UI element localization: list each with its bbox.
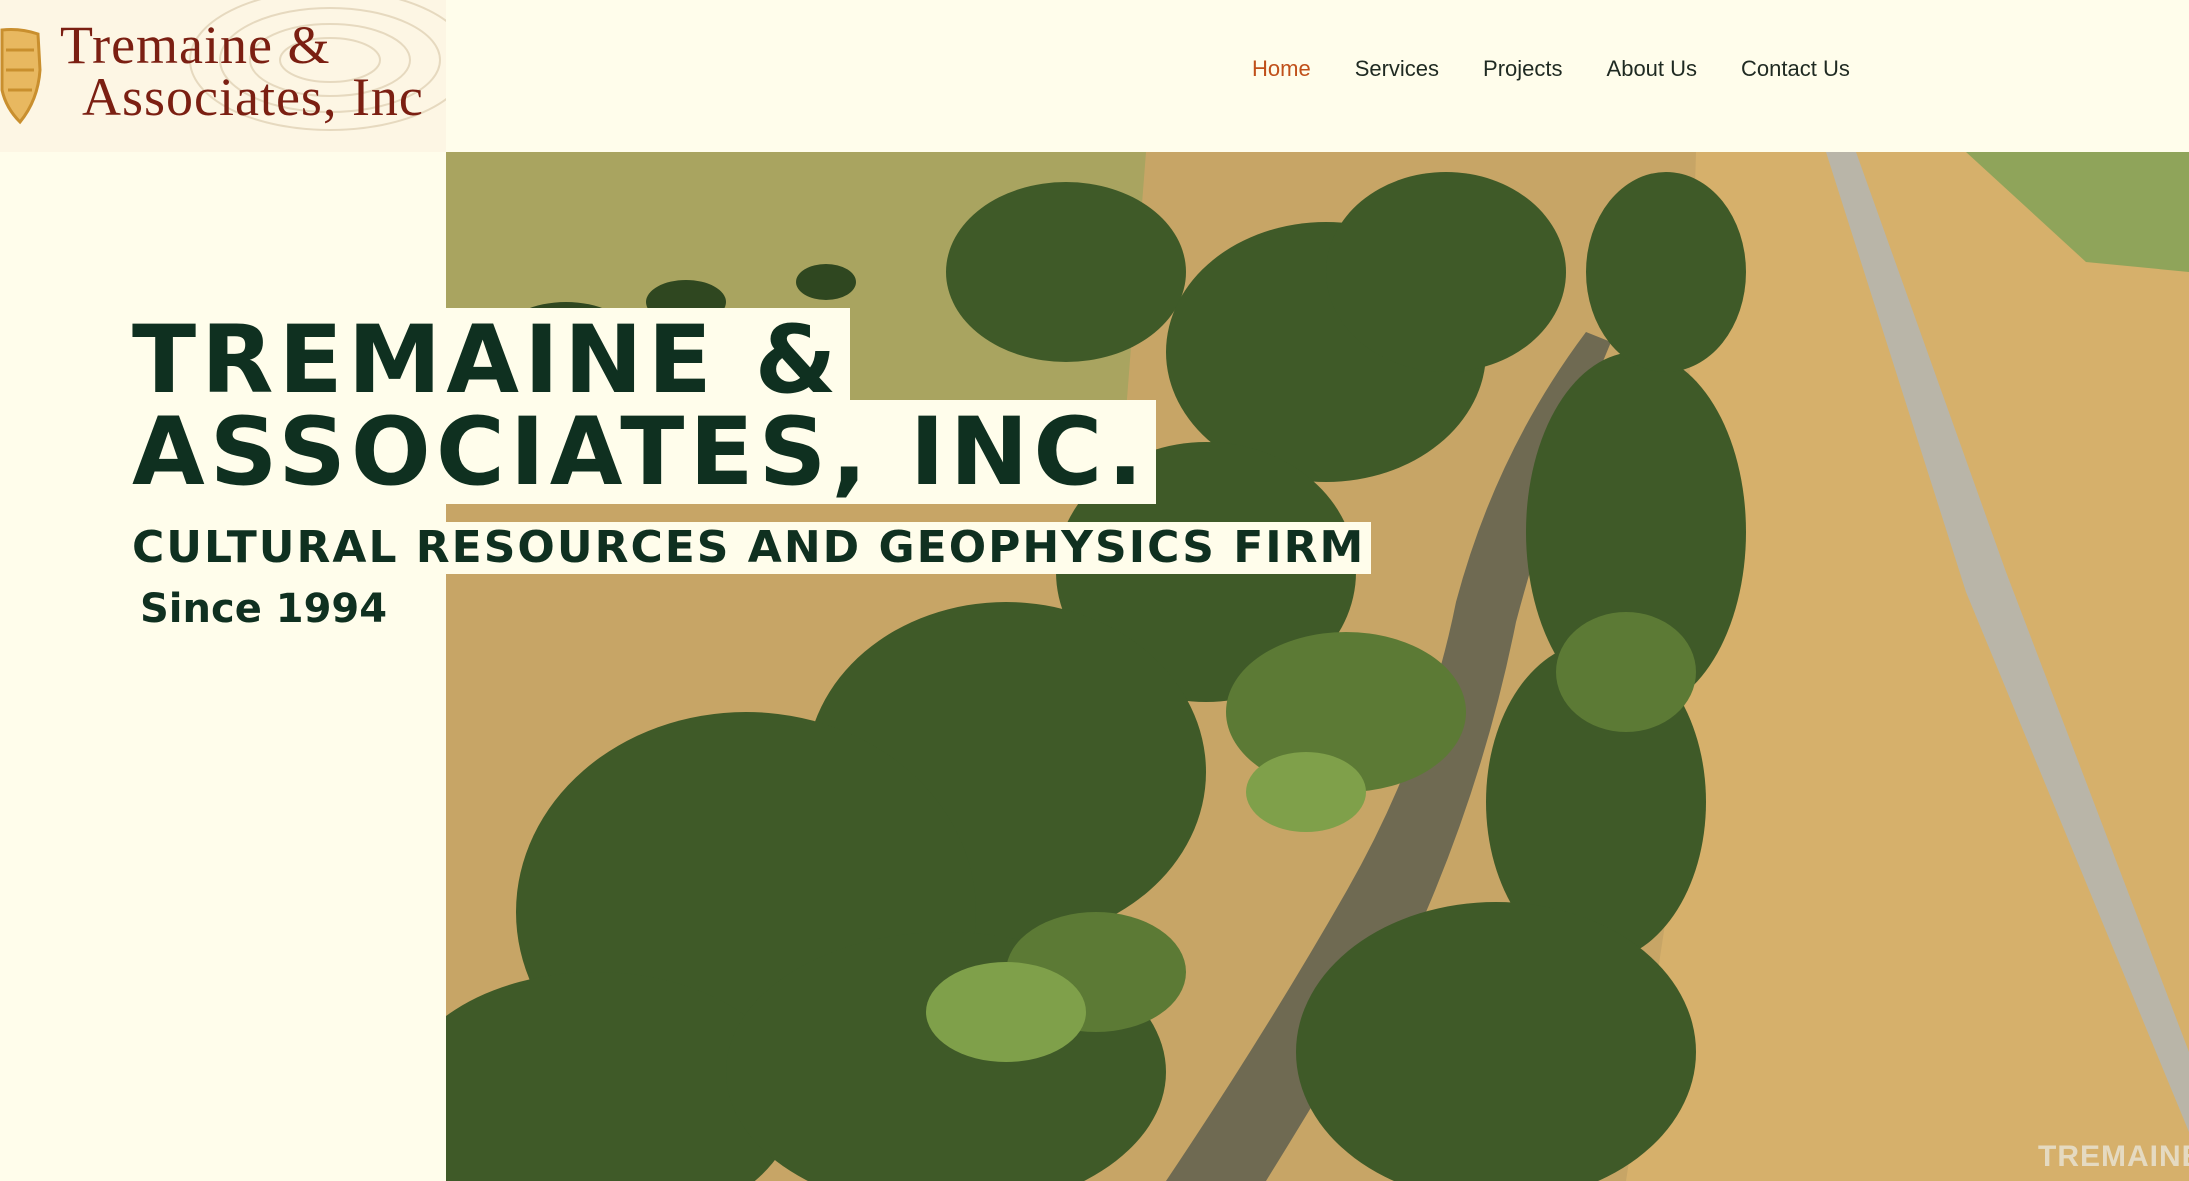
video-watermark: TREMAINE xyxy=(2038,1140,2189,1173)
nav-about-us[interactable]: About Us xyxy=(1585,52,1720,86)
main-navigation: Home Services Projects About Us Contact … xyxy=(1230,52,1872,86)
hero-title-line1: TREMAINE & xyxy=(128,308,850,412)
nav-contact-us[interactable]: Contact Us xyxy=(1719,52,1872,86)
nav-projects[interactable]: Projects xyxy=(1461,52,1584,86)
logo-text-line2: Associates, Inc xyxy=(82,67,424,127)
site-header: Tremaine & Associates, Inc Home Services… xyxy=(0,0,2189,152)
hero-title-line2: ASSOCIATES, INC. xyxy=(128,400,1157,504)
hero-subtitle: CULTURAL RESOURCES AND GEOPHYSICS FIRM xyxy=(128,522,1372,574)
nav-services[interactable]: Services xyxy=(1333,52,1461,86)
hero-since: Since 1994 xyxy=(140,586,388,632)
nav-home[interactable]: Home xyxy=(1230,52,1333,86)
company-logo[interactable]: Tremaine & Associates, Inc xyxy=(0,0,446,152)
